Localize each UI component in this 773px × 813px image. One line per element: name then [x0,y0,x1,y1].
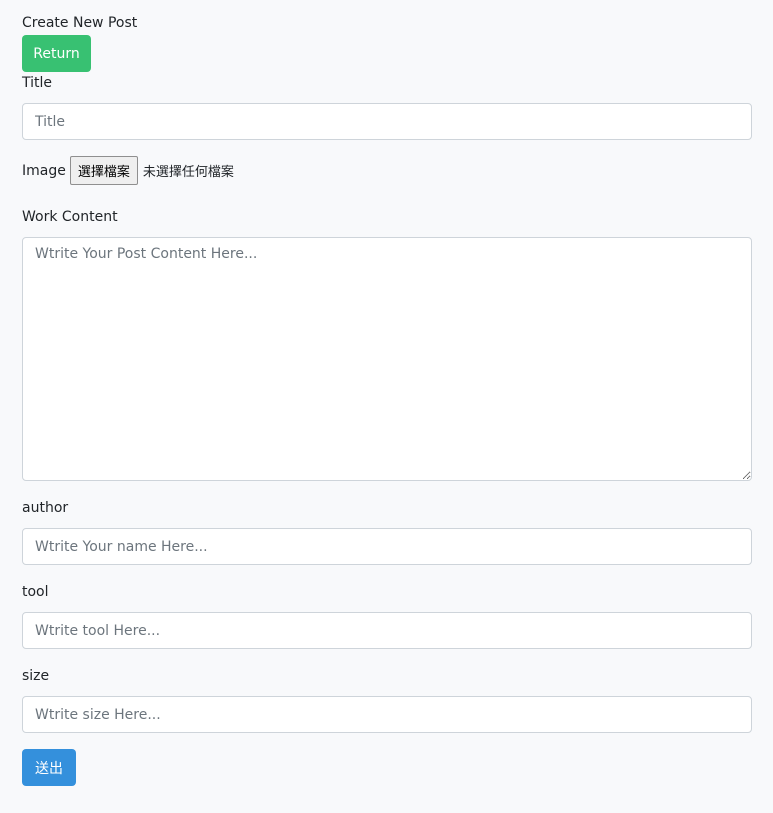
choose-file-button[interactable]: 選擇檔案 [69,156,138,185]
file-status-text: 未選擇任何檔案 [142,165,234,180]
return-button[interactable]: Return [22,35,91,72]
author-label: author [22,500,69,516]
size-input[interactable] [22,696,752,733]
image-label: Image [22,162,66,179]
tool-label: tool [22,584,49,600]
page-title: Create New Post [22,15,138,31]
image-field: Image 選擇檔案 未選擇任何檔案 [22,156,234,185]
work-content-textarea[interactable] [22,237,752,481]
submit-button[interactable]: 送出 [22,749,76,786]
title-label: Title [22,75,53,91]
size-label: size [22,668,50,684]
tool-input[interactable] [22,612,752,649]
author-input[interactable] [22,528,752,565]
work-content-label: Work Content [22,209,118,225]
title-input[interactable] [22,103,752,140]
